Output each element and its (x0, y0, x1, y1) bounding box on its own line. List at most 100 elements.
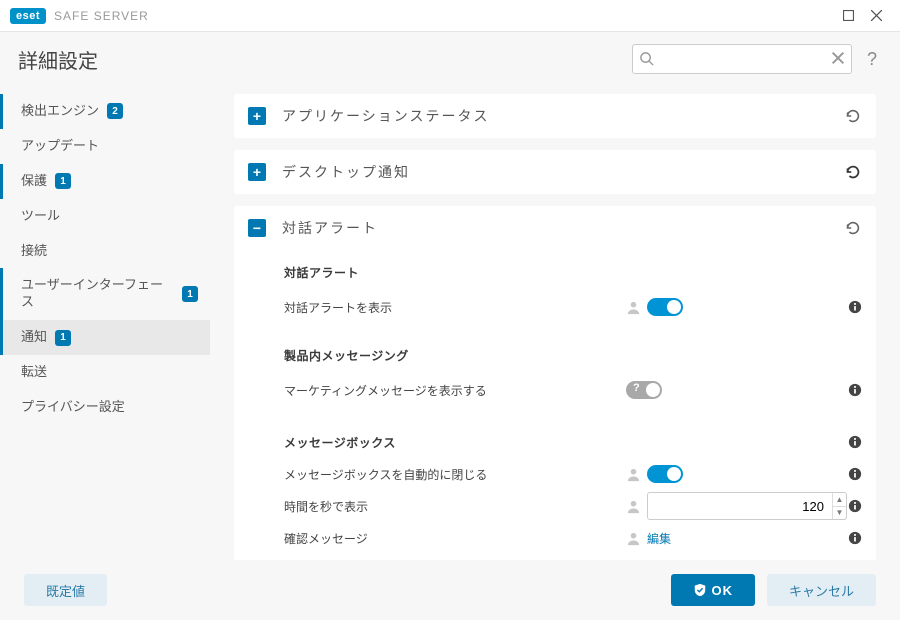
sidebar-item-connection[interactable]: 接続 (0, 234, 210, 269)
search-input[interactable] (632, 44, 852, 74)
expand-icon: + (248, 163, 266, 181)
panel-body: 対話アラート 対話アラートを表示 製品内メッセー (234, 250, 876, 560)
search-clear-button[interactable] (830, 50, 846, 66)
user-icon (626, 531, 641, 546)
info-icon (848, 300, 862, 314)
panel-header[interactable]: + アプリケーションステータス (234, 94, 876, 138)
user-icon (626, 300, 641, 315)
setting-row-seconds: 時間を秒で表示 ▲ ▼ (284, 490, 862, 522)
sidebar-item-label: 保護 (21, 173, 47, 190)
content-area: + アプリケーションステータス + デスクトップ通知 − 対話アラート (210, 86, 900, 560)
panel-application-status: + アプリケーションステータス (234, 94, 876, 138)
revert-button[interactable] (844, 163, 862, 181)
expand-icon: + (248, 107, 266, 125)
panel-header[interactable]: − 対話アラート (234, 206, 876, 250)
undo-icon (844, 163, 862, 181)
setting-row-autoclose: メッセージボックスを自動的に閉じる (284, 458, 862, 490)
info-icon (848, 499, 862, 513)
setting-label: マーケティングメッセージを表示する (284, 382, 626, 399)
sidebar-item-notifications[interactable]: 通知 1 (0, 320, 210, 355)
panel-interactive-alerts: − 対話アラート 対話アラート 対話アラートを表示 (234, 206, 876, 560)
user-icon (626, 467, 641, 482)
window-maximize-button[interactable] (834, 2, 862, 30)
sidebar-item-label: プライバシー設定 (21, 399, 125, 416)
info-button[interactable] (848, 467, 862, 481)
info-button[interactable] (848, 499, 862, 513)
sidebar-item-privacy[interactable]: プライバシー設定 (0, 390, 210, 425)
search-field-wrap (632, 44, 852, 74)
sidebar-item-forward[interactable]: 転送 (0, 355, 210, 390)
section-heading-message-box: メッセージボックス (284, 434, 836, 451)
setting-row-confirm: 確認メッセージ 編集 (284, 522, 862, 554)
info-icon (848, 531, 862, 545)
product-name: SAFE SERVER (54, 9, 149, 23)
setting-row-marketing: マーケティングメッセージを表示する ? (284, 374, 862, 406)
ok-button[interactable]: OK (671, 574, 755, 606)
help-button[interactable]: ? (862, 49, 882, 70)
setting-label: 対話アラートを表示 (284, 299, 626, 316)
sidebar-badge: 1 (55, 173, 71, 189)
setting-label: 確認メッセージ (284, 530, 626, 547)
sidebar-badge: 1 (55, 330, 71, 346)
setting-label: 時間を秒で表示 (284, 498, 626, 515)
undo-icon (844, 107, 862, 125)
panel-title: 対話アラート (282, 218, 844, 238)
sidebar-item-detection-engine[interactable]: 検出エンジン 2 (0, 94, 210, 129)
revert-button[interactable] (844, 107, 862, 125)
cancel-button[interactable]: キャンセル (767, 574, 876, 606)
page-title: 詳細設定 (18, 45, 98, 74)
edit-link[interactable]: 編集 (647, 530, 671, 547)
sidebar-item-label: アップデート (21, 138, 99, 155)
sidebar-item-tools[interactable]: ツール (0, 199, 210, 234)
sidebar-item-label: 検出エンジン (21, 103, 99, 120)
sidebar-item-protection[interactable]: 保護 1 (0, 164, 210, 199)
panel-title: デスクトップ通知 (282, 162, 844, 182)
undo-icon (844, 219, 862, 237)
title-bar: eset SAFE SERVER (0, 0, 900, 32)
panel-desktop-notifications: + デスクトップ通知 (234, 150, 876, 194)
maximize-icon (843, 10, 854, 21)
setting-label: メッセージボックスを自動的に閉じる (284, 466, 626, 483)
revert-button[interactable] (844, 219, 862, 237)
seconds-spinner[interactable]: ▲ ▼ (647, 492, 847, 520)
window-close-button[interactable] (862, 2, 890, 30)
sidebar-item-label: ツール (21, 208, 60, 225)
brand-logo: eset (10, 8, 46, 24)
toggle-autoclose[interactable] (647, 465, 683, 483)
setting-row-show-alerts: 対話アラートを表示 (284, 291, 862, 323)
shield-icon (693, 583, 707, 597)
collapse-icon: − (248, 219, 266, 237)
clear-icon (830, 50, 846, 66)
sidebar-item-label: 接続 (21, 243, 47, 260)
panel-header[interactable]: + デスクトップ通知 (234, 150, 876, 194)
sidebar: 検出エンジン 2 アップデート 保護 1 ツール 接続 ユーザーインターフェース… (0, 86, 210, 560)
panel-title: アプリケーションステータス (282, 106, 844, 126)
info-button[interactable] (848, 383, 862, 397)
ok-label: OK (711, 583, 733, 598)
info-icon (848, 467, 862, 481)
section-heading-interactive-alerts: 対話アラート (284, 264, 862, 281)
page-header: 詳細設定 ? (0, 32, 900, 86)
info-button[interactable] (848, 435, 862, 449)
info-button[interactable] (848, 531, 862, 545)
info-icon (848, 383, 862, 397)
sidebar-item-label: 転送 (21, 364, 47, 381)
close-icon (871, 10, 882, 21)
seconds-input[interactable] (648, 493, 832, 519)
section-heading-messaging: 製品内メッセージング (284, 347, 862, 364)
sidebar-item-ui[interactable]: ユーザーインターフェース 1 (0, 268, 210, 320)
toggle-marketing-messages[interactable]: ? (626, 381, 662, 399)
sidebar-badge: 1 (182, 286, 198, 302)
defaults-button[interactable]: 既定値 (24, 574, 107, 606)
search-icon (639, 51, 654, 66)
toggle-show-alerts[interactable] (647, 298, 683, 316)
info-button[interactable] (848, 300, 862, 314)
user-icon (626, 499, 641, 514)
sidebar-item-label: ユーザーインターフェース (21, 277, 174, 311)
sidebar-badge: 2 (107, 103, 123, 119)
sidebar-item-update[interactable]: アップデート (0, 129, 210, 164)
section-heading-row: メッセージボックス (284, 426, 862, 458)
footer: 既定値 OK キャンセル (0, 560, 900, 620)
sidebar-item-label: 通知 (21, 329, 47, 346)
info-icon (848, 435, 862, 449)
